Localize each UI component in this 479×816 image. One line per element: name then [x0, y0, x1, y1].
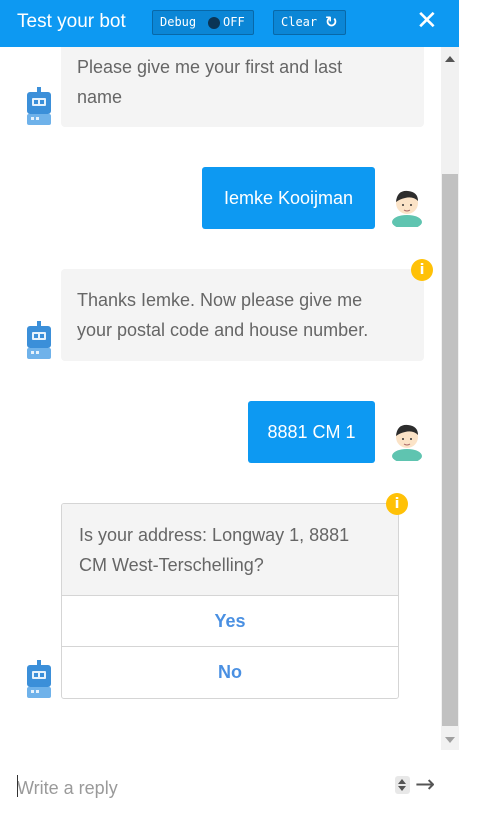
info-icon[interactable]: i — [411, 259, 433, 281]
debug-state: OFF — [223, 15, 245, 29]
number-spinner[interactable] — [395, 776, 410, 794]
arrow-right-icon[interactable]: → — [415, 772, 435, 796]
yes-option-button[interactable]: Yes — [62, 596, 398, 647]
close-icon[interactable]: ✕ — [416, 8, 438, 34]
text-caret — [17, 775, 18, 797]
info-icon[interactable]: i — [386, 493, 408, 515]
transcript-fade — [0, 700, 441, 750]
user-avatar-icon — [392, 424, 422, 461]
chat-transcript[interactable]: Please give me your first and last name … — [0, 47, 441, 750]
bot-message: Please give me your first and last name — [61, 47, 424, 127]
message-line: CM West-Terschelling? — [79, 555, 264, 575]
user-avatar-icon — [392, 190, 422, 227]
scrollbar-thumb[interactable] — [442, 174, 458, 726]
message-line: Please give me your first and last — [77, 57, 343, 77]
no-option-button[interactable]: No — [62, 647, 398, 698]
address-confirm-card: Is your address: Longway 1, 8881 CM West… — [61, 503, 399, 699]
scroll-down-icon[interactable] — [445, 737, 455, 743]
debug-label: Debug — [160, 15, 197, 29]
header-title: Test your bot — [17, 11, 126, 32]
bot-message: Thanks Iemke. Now please give me your po… — [61, 269, 424, 361]
chat-header: Test your bot Debug OFF Clear ↻ ✕ — [0, 0, 459, 47]
chat-scrollbar[interactable] — [441, 47, 459, 750]
bot-avatar-icon — [27, 321, 51, 359]
bot-avatar-icon — [27, 87, 51, 125]
message-line: Thanks Iemke. Now please give me — [77, 290, 363, 310]
message-line: name — [77, 87, 123, 107]
clear-button[interactable]: Clear ↻ — [273, 10, 346, 35]
card-question: Is your address: Longway 1, 8881 CM West… — [62, 504, 398, 596]
reply-input[interactable] — [17, 776, 377, 800]
message-line: your postal code and house number. — [77, 320, 369, 340]
user-message: 8881 CM 1 — [248, 401, 375, 463]
user-message: Iemke Kooijman — [202, 167, 375, 229]
clear-label: Clear — [281, 15, 318, 29]
bot-avatar-icon — [27, 660, 51, 698]
spinner-up-icon[interactable] — [398, 779, 406, 784]
toggle-knob-icon — [208, 17, 220, 29]
spinner-down-icon[interactable] — [398, 786, 406, 791]
scroll-up-icon[interactable] — [445, 56, 455, 62]
debug-toggle[interactable]: Debug OFF — [152, 10, 254, 35]
refresh-icon: ↻ — [325, 13, 338, 31]
message-line: Is your address: Longway 1, 8881 — [79, 525, 350, 545]
